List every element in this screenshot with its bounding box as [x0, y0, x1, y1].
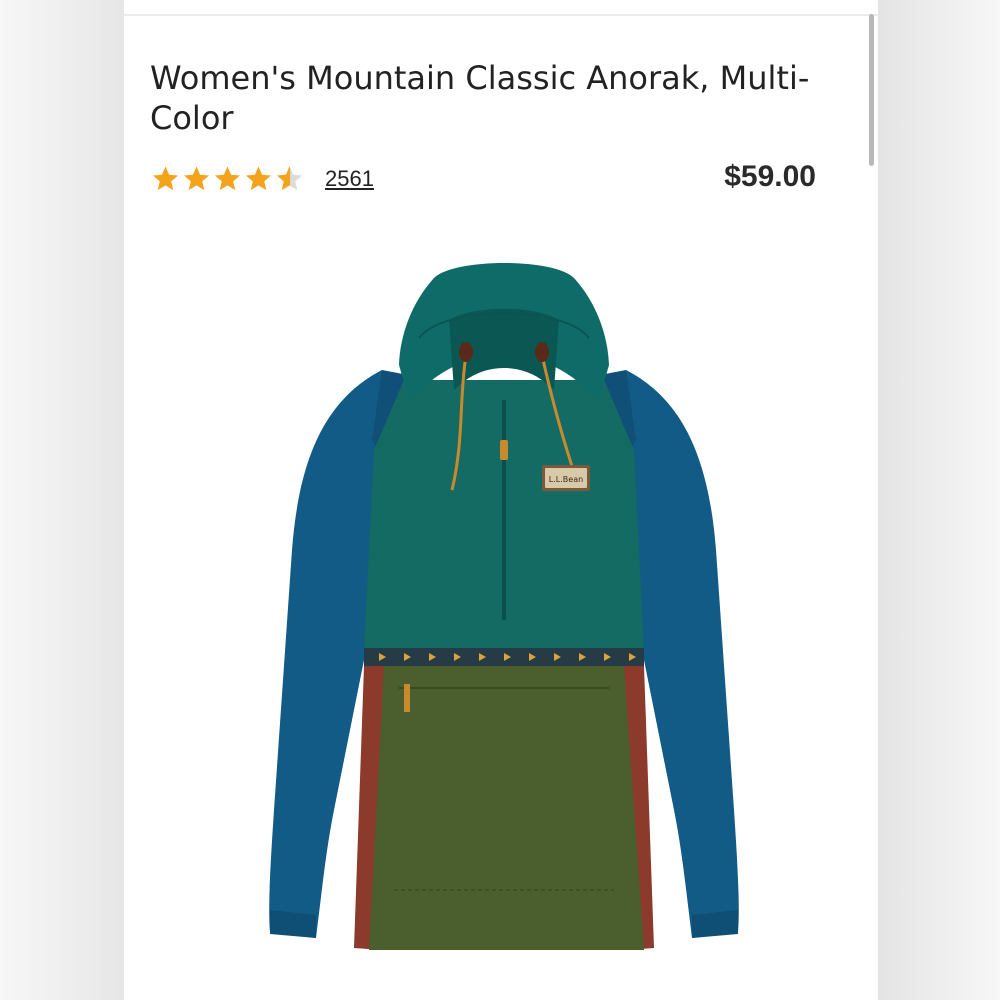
- scrollbar[interactable]: [869, 14, 874, 166]
- product-screen: Women's Mountain Classic Anorak, Multi-C…: [124, 0, 878, 1000]
- half-star-icon: [277, 166, 302, 191]
- svg-text:L.L.Bean: L.L.Bean: [549, 475, 583, 484]
- star-icon: [246, 166, 271, 191]
- star-icon: [153, 166, 178, 191]
- star-icon: [215, 166, 240, 191]
- product-title: Women's Mountain Classic Anorak, Multi-C…: [150, 59, 810, 137]
- review-count-link[interactable]: 2561: [325, 166, 374, 192]
- header-divider: [124, 14, 878, 16]
- background-left: [0, 0, 124, 1000]
- background-right: [878, 0, 1000, 1000]
- product-image[interactable]: L.L.Bean: [204, 250, 804, 970]
- star-rating: [150, 164, 305, 194]
- product-price: $59.00: [724, 160, 816, 193]
- rating-row: 2561: [150, 162, 390, 196]
- star-icon: [184, 166, 209, 191]
